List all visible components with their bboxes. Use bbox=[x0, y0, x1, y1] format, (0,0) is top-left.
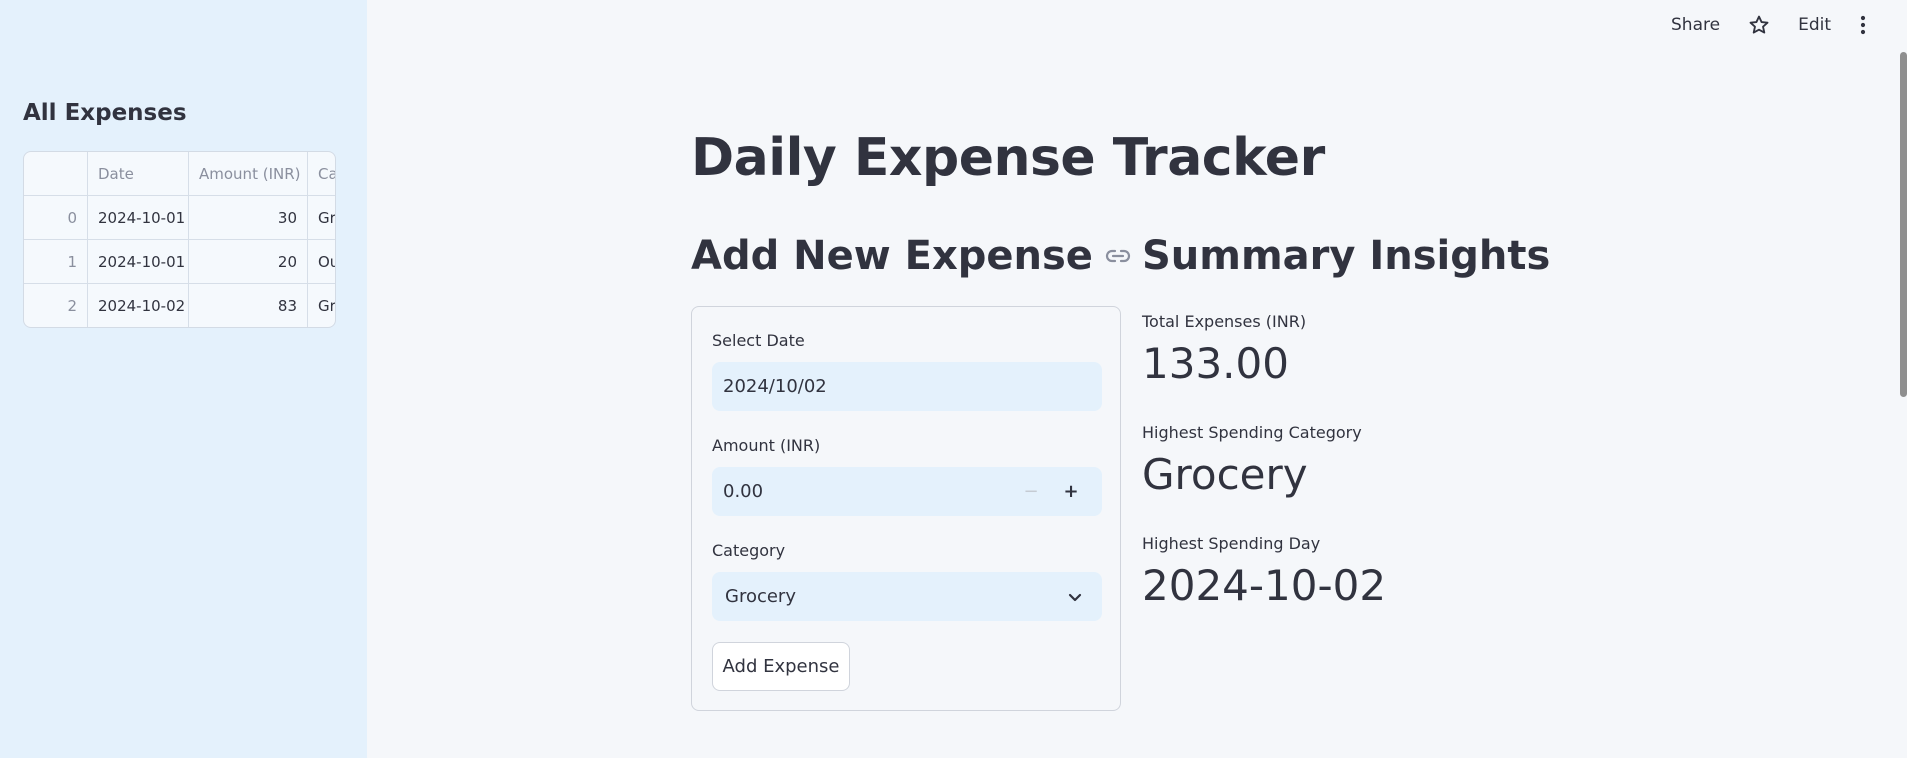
table-cell-amount[interactable]: 20 bbox=[189, 240, 308, 284]
summary-heading: Summary Insights bbox=[1142, 233, 1551, 279]
date-value: 2024/10/02 bbox=[723, 376, 827, 397]
table-header-index[interactable] bbox=[24, 152, 88, 196]
table-cell-index[interactable]: 1 bbox=[24, 240, 88, 284]
table-cell-index[interactable]: 2 bbox=[24, 284, 88, 327]
table-header-date[interactable]: Date bbox=[88, 152, 189, 196]
share-button[interactable]: Share bbox=[1671, 15, 1720, 35]
sidebar: All Expenses Date Amount (INR) Category … bbox=[0, 0, 367, 758]
sidebar-title: All Expenses bbox=[23, 100, 187, 126]
star-icon bbox=[1749, 15, 1769, 34]
link-icon[interactable] bbox=[1105, 247, 1131, 265]
table-header-amount[interactable]: Amount (INR) bbox=[189, 152, 308, 196]
chevron-down-icon bbox=[1068, 593, 1082, 601]
minus-icon[interactable]: − bbox=[1011, 481, 1051, 502]
table-cell-category[interactable]: Grocery bbox=[308, 196, 335, 240]
top-toolbar: Share Edit bbox=[1671, 14, 1867, 36]
amount-label: Amount (INR) bbox=[712, 436, 821, 455]
edit-button[interactable]: Edit bbox=[1798, 15, 1831, 35]
add-expense-button[interactable]: Add Expense bbox=[712, 642, 850, 691]
table-header-category[interactable]: Category bbox=[308, 152, 335, 196]
total-expenses-label: Total Expenses (INR) bbox=[1142, 312, 1307, 331]
page-title: Daily Expense Tracker bbox=[691, 128, 1325, 188]
table-cell-index[interactable]: 0 bbox=[24, 196, 88, 240]
main-menu-button[interactable] bbox=[1859, 15, 1867, 35]
add-expense-heading: Add New Expense bbox=[691, 233, 1131, 279]
expenses-table[interactable]: Date Amount (INR) Category 0 2024-10-01 … bbox=[23, 151, 336, 328]
add-expense-heading-text: Add New Expense bbox=[691, 233, 1093, 279]
table-cell-category[interactable]: Grocery bbox=[308, 284, 335, 327]
table-cell-date[interactable]: 2024-10-01 bbox=[88, 196, 189, 240]
table-cell-amount[interactable]: 30 bbox=[189, 196, 308, 240]
page-scrollbar[interactable] bbox=[1900, 52, 1907, 397]
add-expense-form: Select Date 2024/10/02 Amount (INR) 0.00… bbox=[691, 306, 1121, 711]
date-input[interactable]: 2024/10/02 bbox=[712, 362, 1102, 411]
category-label: Category bbox=[712, 541, 786, 560]
category-value: Grocery bbox=[725, 586, 796, 607]
table-cell-amount[interactable]: 83 bbox=[189, 284, 308, 327]
favorite-button[interactable] bbox=[1748, 14, 1770, 36]
amount-input[interactable]: 0.00 − + bbox=[712, 467, 1102, 516]
top-day-value: 2024-10-02 bbox=[1142, 561, 1387, 610]
table-cell-date[interactable]: 2024-10-01 bbox=[88, 240, 189, 284]
date-label: Select Date bbox=[712, 331, 805, 350]
table-cell-date[interactable]: 2024-10-02 bbox=[88, 284, 189, 327]
top-category-label: Highest Spending Category bbox=[1142, 423, 1362, 442]
kebab-menu-icon bbox=[1860, 15, 1866, 35]
top-day-label: Highest Spending Day bbox=[1142, 534, 1321, 553]
plus-icon[interactable]: + bbox=[1051, 481, 1091, 502]
amount-value: 0.00 bbox=[723, 481, 764, 502]
table-cell-category[interactable]: Outing bbox=[308, 240, 335, 284]
total-expenses-value: 133.00 bbox=[1142, 339, 1289, 388]
top-category-value: Grocery bbox=[1142, 450, 1308, 499]
category-select[interactable]: Grocery bbox=[712, 572, 1102, 621]
